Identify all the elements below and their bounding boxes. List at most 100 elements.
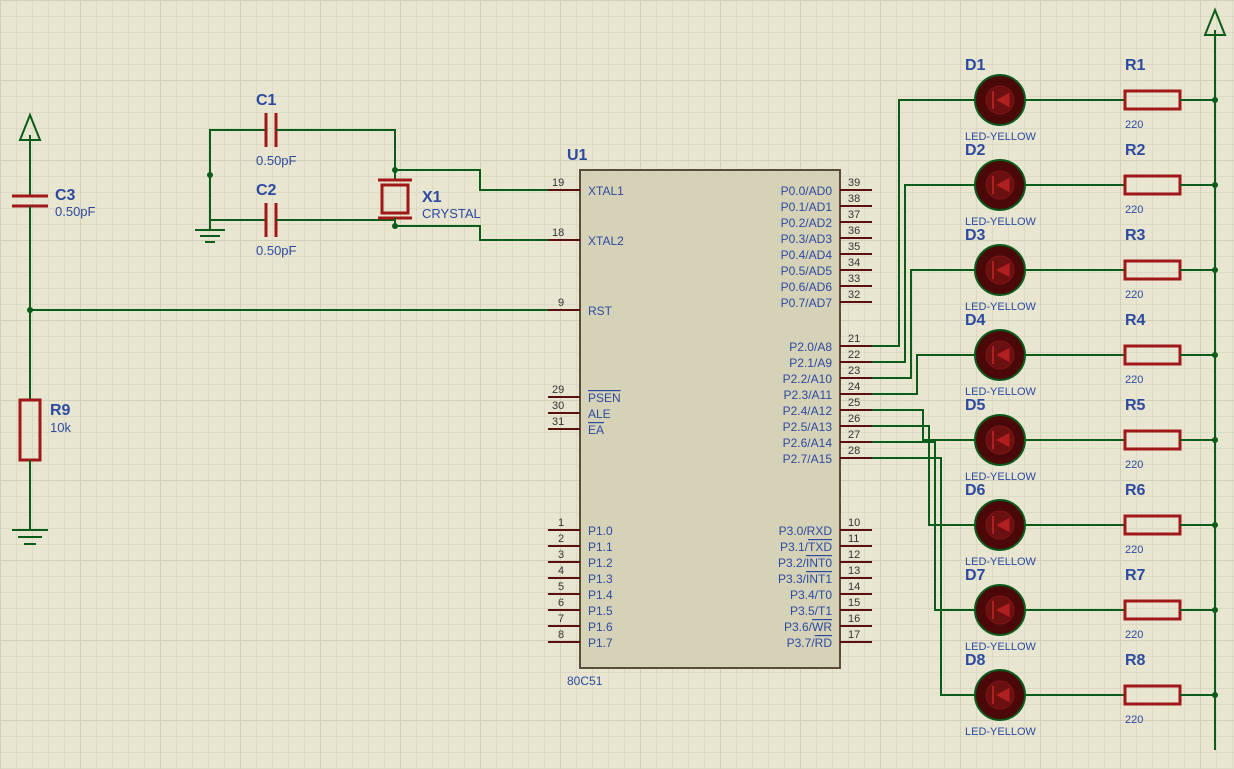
svg-text:RST: RST	[588, 304, 613, 318]
power-arrow-left	[20, 115, 40, 160]
resistor-r9[interactable]: R9 10k	[20, 310, 71, 510]
svg-text:P1.5: P1.5	[588, 604, 613, 618]
svg-text:P3.4/T0: P3.4/T0	[790, 588, 832, 602]
led-row-6[interactable]: D6LED-YELLOWR6220	[948, 482, 1218, 568]
power-arrow-right	[1205, 10, 1225, 750]
svg-text:R7: R7	[1125, 567, 1146, 584]
svg-text:220: 220	[1125, 714, 1143, 726]
ground-caps	[195, 230, 225, 242]
crystal-x1[interactable]: X1 CRYSTAL	[378, 170, 481, 226]
svg-text:P2.1/A9: P2.1/A9	[789, 356, 832, 370]
svg-text:ALE: ALE	[588, 407, 611, 421]
svg-text:P0.0/AD0: P0.0/AD0	[781, 184, 833, 198]
svg-text:11: 11	[848, 533, 859, 545]
svg-text:D3: D3	[965, 227, 986, 244]
svg-text:23: 23	[848, 365, 860, 377]
c3-ref: C3	[55, 187, 76, 204]
svg-text:22: 22	[848, 349, 860, 361]
svg-text:P1.7: P1.7	[588, 636, 613, 650]
svg-text:R1: R1	[1125, 57, 1146, 74]
svg-text:P3.2/INT0: P3.2/INT0	[778, 556, 832, 570]
svg-text:4: 4	[558, 565, 564, 577]
svg-text:19: 19	[552, 177, 564, 189]
ground-r9	[12, 510, 48, 544]
svg-text:P0.2/AD2: P0.2/AD2	[781, 216, 833, 230]
svg-text:P3.7/RD: P3.7/RD	[787, 636, 833, 650]
svg-text:P2.3/A11: P2.3/A11	[784, 388, 833, 402]
svg-text:D4: D4	[965, 312, 986, 329]
svg-text:R3: R3	[1125, 227, 1146, 244]
svg-text:D6: D6	[965, 482, 986, 499]
svg-text:R4: R4	[1125, 312, 1146, 329]
svg-text:D1: D1	[965, 57, 986, 74]
svg-text:P3.0/RXD: P3.0/RXD	[779, 524, 833, 538]
capacitor-c2[interactable]: C2 0.50pF	[230, 182, 300, 258]
svg-text:35: 35	[848, 241, 860, 253]
svg-text:P3.1/TXD: P3.1/TXD	[780, 540, 832, 554]
svg-text:220: 220	[1125, 204, 1143, 216]
led-row-3[interactable]: D3LED-YELLOWR3220	[948, 227, 1218, 313]
svg-text:36: 36	[848, 225, 860, 237]
led-row-8[interactable]: D8LED-YELLOWR8220	[948, 652, 1218, 738]
svg-text:1: 1	[558, 517, 564, 529]
ic-right-pins: 39P0.0/AD038P0.1/AD137P0.2/AD236P0.3/AD3…	[778, 177, 872, 650]
svg-text:P1.2: P1.2	[588, 556, 613, 570]
svg-text:P0.1/AD1: P0.1/AD1	[781, 200, 833, 214]
svg-text:P1.0: P1.0	[588, 524, 613, 538]
svg-text:33: 33	[848, 273, 860, 285]
svg-text:15: 15	[848, 597, 860, 609]
r9-ref: R9	[50, 402, 71, 419]
svg-text:P2.0/A8: P2.0/A8	[789, 340, 832, 354]
svg-text:P1.6: P1.6	[588, 620, 613, 634]
svg-text:R8: R8	[1125, 652, 1146, 669]
capacitor-c3[interactable]: C3 0.50pF	[12, 160, 96, 240]
svg-text:220: 220	[1125, 289, 1143, 301]
svg-text:P3.5/T1: P3.5/T1	[790, 604, 832, 618]
led-row-2[interactable]: D2LED-YELLOWR2220	[948, 142, 1218, 228]
svg-text:24: 24	[848, 381, 860, 393]
xtal2-wire	[395, 226, 548, 240]
svg-text:R6: R6	[1125, 482, 1146, 499]
svg-text:220: 220	[1125, 374, 1143, 386]
led-row-7[interactable]: D7LED-YELLOWR7220	[948, 567, 1218, 653]
capacitor-c1[interactable]: C1 0.50pF	[230, 92, 300, 168]
svg-text:38: 38	[848, 193, 860, 205]
svg-text:P0.6/AD6: P0.6/AD6	[781, 280, 833, 294]
svg-text:14: 14	[848, 581, 860, 593]
c1-to-crystal	[300, 130, 395, 170]
svg-text:LED-YELLOW: LED-YELLOW	[965, 726, 1037, 738]
svg-text:220: 220	[1125, 544, 1143, 556]
svg-text:34: 34	[848, 257, 860, 269]
svg-text:18: 18	[552, 227, 564, 239]
svg-text:P2.5/A13: P2.5/A13	[783, 420, 833, 434]
c2-val: 0.50pF	[256, 243, 297, 258]
svg-text:EA: EA	[588, 423, 604, 437]
svg-text:25: 25	[848, 397, 860, 409]
svg-text:12: 12	[848, 549, 860, 561]
c1-ref: C1	[256, 92, 277, 109]
svg-text:21: 21	[848, 333, 860, 345]
svg-text:7: 7	[558, 613, 564, 625]
svg-text:16: 16	[848, 613, 860, 625]
schematic-canvas[interactable]: U1 80C51 19 XTAL1 18 XTAL2 9 RST 29 PSEN…	[0, 0, 1234, 769]
svg-text:2: 2	[558, 533, 564, 545]
ic-u1[interactable]: U1 80C51 19 XTAL1 18 XTAL2 9 RST 29 PSEN…	[548, 147, 872, 688]
svg-text:P2.7/A15: P2.7/A15	[783, 452, 833, 466]
svg-text:39: 39	[848, 177, 860, 189]
svg-text:P2.4/A12: P2.4/A12	[783, 404, 833, 418]
c2-to-crystal	[300, 220, 395, 226]
led-row-5[interactable]: D5LED-YELLOWR5220	[948, 397, 1218, 483]
svg-text:10: 10	[848, 517, 860, 529]
svg-text:220: 220	[1125, 629, 1143, 641]
svg-text:13: 13	[848, 565, 860, 577]
svg-text:P1.1: P1.1	[588, 540, 613, 554]
svg-text:P2.6/A14: P2.6/A14	[783, 436, 833, 450]
svg-text:28: 28	[848, 445, 860, 457]
r9-val: 10k	[50, 420, 71, 435]
led-row-1[interactable]: D1LED-YELLOWR1220	[948, 57, 1218, 143]
x1-ref: X1	[422, 189, 442, 206]
svg-text:26: 26	[848, 413, 860, 425]
ic-ref: U1	[567, 147, 588, 164]
led-row-4[interactable]: D4LED-YELLOWR4220	[948, 312, 1218, 398]
svg-text:9: 9	[558, 297, 564, 309]
